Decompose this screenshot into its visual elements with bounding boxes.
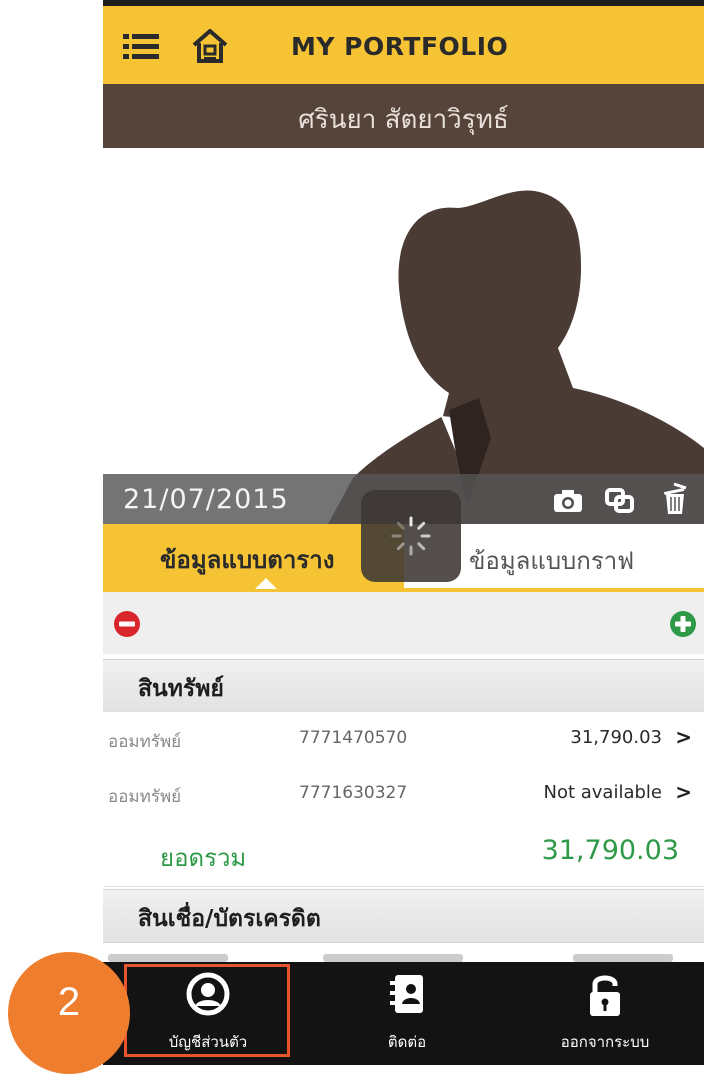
- nav-item-contact[interactable]: ติดต่อ: [325, 962, 489, 1065]
- list-menu-icon[interactable]: [123, 33, 159, 61]
- step-badge: 2: [8, 952, 130, 1074]
- chevron-right-icon: >: [675, 780, 692, 804]
- app-screen: MY PORTFOLIO ศรินยา สัตยาวิรุทธ์ 21/07/2…: [103, 0, 704, 1065]
- home-icon[interactable]: [191, 28, 229, 64]
- hidden-text: [108, 954, 228, 962]
- tab-table-label: ข้อมูลแบบตาราง: [160, 546, 335, 574]
- chevron-right-icon: >: [675, 725, 692, 749]
- loading-spinner: [361, 490, 461, 582]
- nav-label-logout: ออกจากระบบ: [560, 1033, 650, 1051]
- add-icon[interactable]: [669, 610, 697, 638]
- account-type: ออมทรัพย์: [108, 787, 182, 807]
- hidden-text: [323, 954, 463, 962]
- account-balance: 31,790.03: [570, 727, 662, 748]
- account-row[interactable]: ออมทรัพย์ 7771630327 Not available >: [103, 767, 704, 823]
- assets-section-header: สินทรัพย์: [103, 659, 704, 713]
- step-highlight-box: [124, 964, 290, 1057]
- total-value: 31,790.03: [541, 835, 679, 866]
- edit-toolbar: [103, 592, 704, 654]
- account-number: 7771630327: [299, 783, 408, 803]
- unlock-icon: [590, 975, 620, 1016]
- total-label: ยอดรวม: [160, 844, 247, 872]
- profile-name: ศรินยา สัตยาวิรุทธ์: [298, 105, 509, 135]
- copy-icon[interactable]: [605, 488, 635, 514]
- step-number: 2: [57, 980, 81, 1024]
- account-balance: Not available: [543, 782, 662, 803]
- contact-book-icon: [390, 975, 423, 1013]
- account-type: ออมทรัพย์: [108, 732, 182, 752]
- selected-tab-indicator: [255, 578, 277, 589]
- nav-label-contact: ติดต่อ: [387, 1033, 427, 1051]
- hidden-text: [573, 954, 673, 962]
- trash-icon[interactable]: [660, 482, 690, 516]
- left-margin: [0, 0, 103, 1065]
- profile-name-bar: ศรินยา สัตยาวิรุทธ์: [103, 84, 704, 148]
- remove-icon[interactable]: [113, 610, 141, 638]
- tab-table-view[interactable]: ข้อมูลแบบตาราง: [103, 524, 404, 589]
- credit-section-header: สินเชื่อ/บัตรเครดิต: [103, 889, 704, 943]
- account-number: 7771470570: [299, 728, 408, 748]
- nav-item-logout[interactable]: ออกจากระบบ: [523, 962, 687, 1065]
- account-row[interactable]: ออมทรัพย์ 7771470570 31,790.03 >: [103, 712, 704, 768]
- assets-total-row: ยอดรวม 31,790.03: [103, 822, 704, 887]
- loading-icon: [391, 516, 431, 556]
- tab-graph-label: ข้อมูลแบบกราฟ: [469, 547, 635, 575]
- assets-heading: สินทรัพย์: [138, 676, 224, 702]
- page-title: MY PORTFOLIO: [291, 32, 509, 61]
- camera-icon[interactable]: [553, 489, 583, 513]
- photo-date: 21/07/2015: [123, 484, 289, 515]
- credit-heading: สินเชื่อ/บัตรเครดิต: [138, 906, 321, 932]
- profile-photo: [103, 148, 704, 524]
- person-silhouette-image: [328, 190, 704, 524]
- top-app-bar: MY PORTFOLIO: [103, 0, 704, 84]
